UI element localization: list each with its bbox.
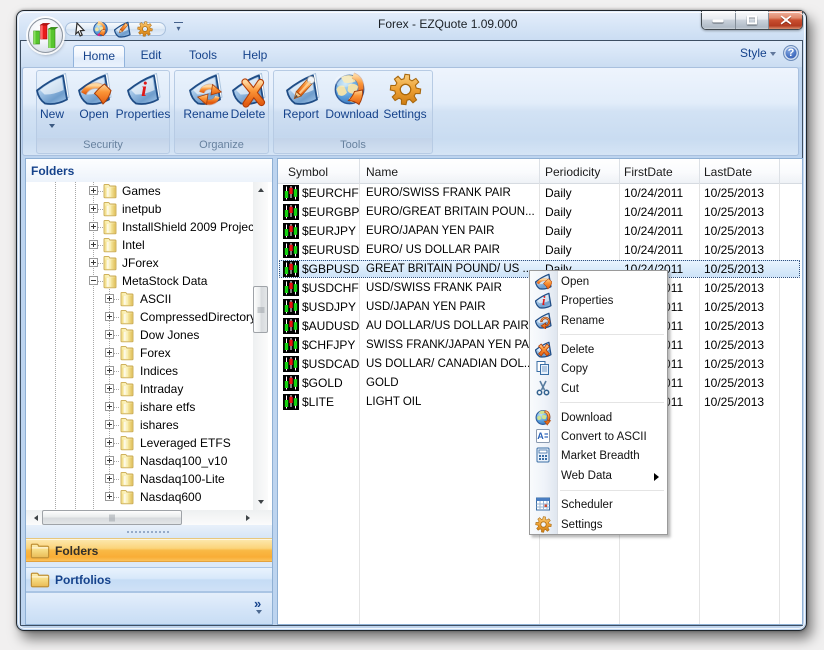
svg-text:A: A xyxy=(537,431,544,441)
svg-text:i: i xyxy=(542,294,546,308)
svg-text:i: i xyxy=(141,77,147,101)
